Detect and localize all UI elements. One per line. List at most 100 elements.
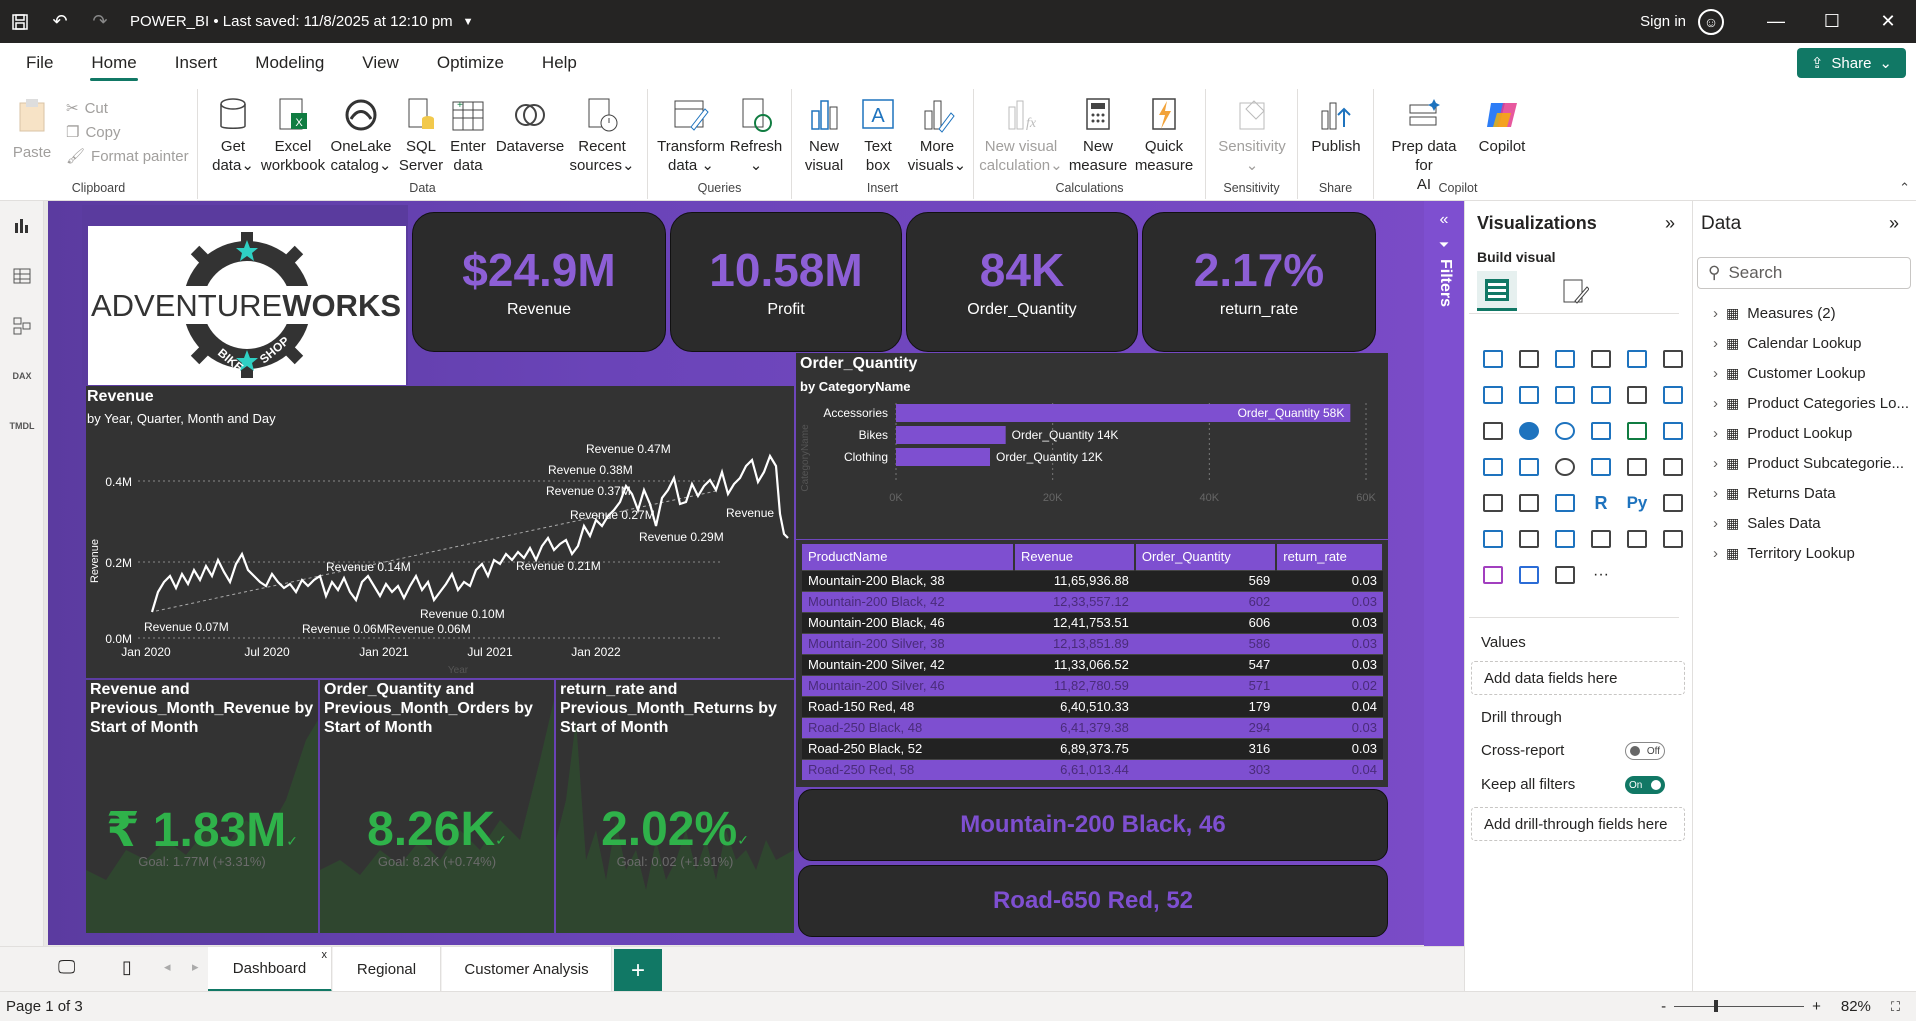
values-well[interactable]: Add data fields here <box>1471 661 1685 695</box>
stacked-bar-visual-icon[interactable] <box>1475 341 1511 377</box>
ribbon-visual-icon[interactable] <box>1583 377 1619 413</box>
azure-map-visual-icon[interactable] <box>1511 449 1547 485</box>
100-bar-visual-icon[interactable] <box>1619 341 1655 377</box>
table-row[interactable]: Road-250 Red, 58 6,61,013.44 303 0.04 <box>802 758 1383 780</box>
data-table-item[interactable]: › ▦ Product Lookup <box>1713 425 1852 442</box>
mobile-layout-icon[interactable]: ▯ <box>122 957 132 978</box>
data-table-item[interactable]: › ▦ Customer Lookup <box>1713 365 1866 382</box>
scatter-visual-icon[interactable] <box>1475 413 1511 449</box>
title-dropdown-icon[interactable]: ▼ <box>463 16 474 28</box>
more-visual-icon[interactable]: ··· <box>1583 557 1619 593</box>
quick-measure-button[interactable]: Quick measure <box>1132 95 1196 175</box>
avatar-icon[interactable]: ☺ <box>1698 8 1724 35</box>
new-visual-calculation-button[interactable]: fx New visual calculation⌄ <box>979 95 1063 175</box>
chevron-right-icon[interactable]: › <box>1713 395 1718 412</box>
desktop-layout-icon[interactable]: 🖵 <box>58 957 75 978</box>
chevron-right-icon[interactable]: › <box>1713 545 1718 562</box>
table-row[interactable]: Mountain-200 Black, 42 12,33,557.12 602 0.0… <box>802 590 1383 612</box>
menu-optimize[interactable]: Optimize <box>418 43 523 83</box>
table-row[interactable]: Mountain-200 Black, 46 12,41,753.51 606 0.0… <box>802 611 1383 633</box>
metrics-visual-icon[interactable] <box>1547 557 1583 593</box>
tmdl-view-icon[interactable]: TMDL <box>0 401 44 451</box>
enter-data-button[interactable]: + Enter data <box>448 95 488 175</box>
transform-data-button[interactable]: Transform data ⌄ <box>656 95 726 175</box>
publish-button[interactable]: Publish <box>1304 95 1368 156</box>
menu-help[interactable]: Help <box>523 43 596 83</box>
card-visual-icon[interactable] <box>1583 449 1619 485</box>
kpi-card-order-quantity[interactable]: 84K Order_Quantity <box>906 212 1138 352</box>
new-measure-button[interactable]: New measure <box>1066 95 1130 175</box>
funnel-visual-icon[interactable] <box>1655 377 1691 413</box>
power-apps-visual-icon[interactable] <box>1475 557 1511 593</box>
zoom-out-icon[interactable]: - <box>1661 998 1666 1015</box>
100-column-visual-icon[interactable] <box>1655 341 1691 377</box>
save-icon[interactable] <box>0 0 40 43</box>
kpi-card-revenue[interactable]: $24.9M Revenue <box>412 212 666 352</box>
product-name-card-1[interactable]: Mountain-200 Black, 46 <box>798 789 1388 861</box>
add-page-button[interactable]: + <box>614 949 662 992</box>
column-header[interactable]: ProductName <box>802 544 1015 570</box>
r-script-visual-icon[interactable]: R <box>1583 485 1619 521</box>
python-visual-icon[interactable]: Py <box>1619 485 1655 521</box>
donut-visual-icon[interactable] <box>1547 413 1583 449</box>
kpi-card-return-rate[interactable]: 2.17% return_rate <box>1142 212 1376 352</box>
report-view-icon[interactable] <box>0 201 44 251</box>
dax-query-view-icon[interactable]: DAX <box>0 351 44 401</box>
chevron-right-icon[interactable]: › <box>1713 305 1718 322</box>
shape-map-visual-icon[interactable] <box>1475 449 1511 485</box>
data-table-item[interactable]: › ▦ Calendar Lookup <box>1713 335 1862 352</box>
order-quantity-goal-card[interactable]: Order_Quantity and Previous_Month_Orders… <box>320 680 554 933</box>
cut-button[interactable]: ✂ Cut <box>66 99 108 118</box>
expand-filters-icon[interactable]: « <box>1424 211 1464 229</box>
share-button[interactable]: ⇪ Share ⌄ <box>1796 48 1906 78</box>
sign-in-link[interactable]: Sign in <box>1640 13 1686 30</box>
decomposition-tree-visual-icon[interactable] <box>1475 521 1511 557</box>
map-visual-icon[interactable] <box>1619 413 1655 449</box>
kpi-visual-icon[interactable] <box>1655 449 1691 485</box>
waterfall-visual-icon[interactable] <box>1619 377 1655 413</box>
column-header[interactable]: return_rate <box>1276 544 1384 570</box>
tab-customer-analysis[interactable]: Customer Analysis <box>442 947 612 992</box>
excel-workbook-button[interactable]: X Excel workbook <box>260 95 326 175</box>
get-data-button[interactable]: Get data⌄ <box>208 95 258 175</box>
onelake-catalog-button[interactable]: OneLake catalog⌄ <box>328 95 394 175</box>
drill-through-well[interactable]: Add drill-through fields here <box>1471 807 1685 841</box>
filled-map-visual-icon[interactable] <box>1655 413 1691 449</box>
area-visual-icon[interactable] <box>1511 377 1547 413</box>
zoom-slider[interactable] <box>1674 1000 1805 1012</box>
refresh-button[interactable]: Refresh ⌄ <box>728 95 784 175</box>
data-table-item[interactable]: › ▦ Returns Data <box>1713 485 1836 502</box>
zoom-in-icon[interactable]: + <box>1812 998 1821 1015</box>
undo-icon[interactable]: ↶ <box>40 0 80 43</box>
table-row[interactable]: Mountain-200 Silver, 46 11,82,780.59 571 0.… <box>802 674 1383 696</box>
treemap-visual-icon[interactable] <box>1583 413 1619 449</box>
fit-page-icon[interactable]: ⛶ <box>1891 999 1900 1015</box>
menu-home[interactable]: Home <box>72 43 155 83</box>
prep-data-ai-button[interactable]: Prep data for AI <box>1382 95 1466 194</box>
model-view-icon[interactable] <box>0 301 44 351</box>
revenue-goal-card[interactable]: Revenue and Previous_Month_Revenue by St… <box>86 680 318 933</box>
paginated-visual-icon[interactable] <box>1583 521 1619 557</box>
gauge-visual-icon[interactable] <box>1547 449 1583 485</box>
data-table-item[interactable]: › ▦ Measures (2) <box>1713 305 1836 322</box>
data-table-item[interactable]: › ▦ Product Categories Lo... <box>1713 395 1909 412</box>
matrix-visual-icon[interactable] <box>1547 485 1583 521</box>
table-row[interactable]: Mountain-200 Silver, 42 11,33,066.52 547 0.… <box>802 653 1383 675</box>
table-view-icon[interactable] <box>0 251 44 301</box>
keep-all-filters-toggle[interactable]: On <box>1625 776 1665 794</box>
stacked-area-visual-icon[interactable] <box>1547 377 1583 413</box>
clustered-column-visual-icon[interactable] <box>1583 341 1619 377</box>
build-visual-tab-icon[interactable] <box>1477 271 1517 311</box>
dataverse-button[interactable]: Dataverse <box>494 95 566 156</box>
column-header[interactable]: Order_Quantity <box>1134 544 1278 570</box>
table-row[interactable]: Mountain-200 Black, 38 11,65,936.88 569 0.0… <box>802 569 1383 591</box>
copilot-button[interactable]: Copilot <box>1470 95 1534 156</box>
tab-regional[interactable]: Regional <box>333 947 441 992</box>
paste-button[interactable]: Paste <box>10 95 54 162</box>
maximize-icon[interactable]: ☐ <box>1804 0 1860 43</box>
stacked-column-visual-icon[interactable] <box>1511 341 1547 377</box>
table-row[interactable]: Road-150 Red, 48 6,40,510.33 179 0.04 <box>802 695 1383 717</box>
key-influencers-visual-icon[interactable] <box>1655 485 1691 521</box>
minimize-icon[interactable]: — <box>1748 0 1804 43</box>
previous-page-icon[interactable]: ◂ <box>164 959 171 975</box>
